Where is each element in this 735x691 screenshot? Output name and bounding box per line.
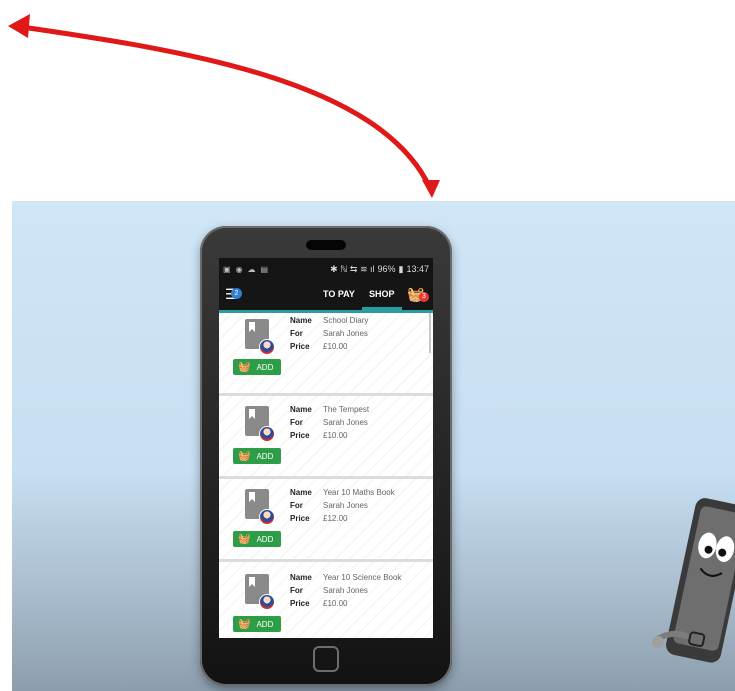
item-name: School Diary	[323, 316, 369, 325]
battery-level: 96%	[377, 264, 396, 274]
for-label: For	[290, 329, 303, 338]
for-label: For	[290, 501, 303, 510]
shop-item-list: Name School Diary For Sarah Jones Price …	[219, 313, 433, 638]
red-curved-arrow	[8, 14, 440, 198]
app-bar: ☰ 2 TO PAY SHOP 🧺 3	[219, 280, 433, 313]
android-icon: ◉	[235, 264, 243, 274]
item-price: £10.00	[323, 431, 348, 440]
basket-badge: 3	[419, 292, 429, 302]
item-price: £10.00	[323, 342, 348, 351]
cloud-icon: ☁	[247, 264, 256, 274]
add-button[interactable]: 🧺 ADD	[233, 448, 281, 464]
avatar	[259, 339, 275, 355]
add-button[interactable]: 🧺 ADD	[233, 616, 281, 632]
list-item: Name Year 10 Maths Book For Sarah Jones …	[219, 479, 433, 562]
item-for: Sarah Jones	[323, 501, 368, 510]
battery-icon: ▮	[398, 263, 404, 274]
name-label: Name	[290, 573, 312, 582]
price-label: Price	[290, 342, 310, 351]
status-right: ✱ ℕ ⇆ ≋ ıl 96% ▮ 13:47	[330, 264, 429, 275]
item-name: Year 10 Maths Book	[323, 488, 395, 497]
phone-screen: ▣ ◉ ☁ ▤ ✱ ℕ ⇆ ≋ ıl 96% ▮ 13:47 ☰ 2 TO PA…	[219, 258, 433, 638]
item-price: £10.00	[323, 599, 348, 608]
add-label: ADD	[256, 619, 274, 629]
add-label: ADD	[256, 451, 274, 461]
for-label: For	[290, 418, 303, 427]
scrollbar[interactable]	[429, 313, 431, 353]
add-label: ADD	[256, 362, 274, 372]
home-button[interactable]	[313, 646, 339, 672]
add-button[interactable]: 🧺 ADD	[233, 359, 281, 375]
basket-icon: 🧺	[238, 618, 251, 630]
price-label: Price	[290, 599, 310, 608]
phone-device: ▣ ◉ ☁ ▤ ✱ ℕ ⇆ ≋ ıl 96% ▮ 13:47 ☰ 2 TO PA…	[200, 226, 452, 686]
signal-icons: ✱ ℕ ⇆ ≋ ıl	[330, 263, 375, 274]
add-button[interactable]: 🧺 ADD	[233, 531, 281, 547]
name-label: Name	[290, 488, 312, 497]
name-label: Name	[290, 316, 312, 325]
item-price: £12.00	[323, 514, 348, 523]
item-for: Sarah Jones	[323, 586, 368, 595]
status-left-icons: ▣ ◉ ☁ ▤	[223, 265, 268, 274]
for-label: For	[290, 586, 303, 595]
basket-icon: 🧺	[238, 533, 251, 545]
item-name: The Tempest	[323, 405, 370, 414]
phone-mascot-illustration	[652, 498, 735, 663]
briefcase-icon: ▤	[260, 264, 269, 274]
avatar	[259, 594, 275, 610]
add-label: ADD	[256, 534, 274, 544]
name-label: Name	[290, 405, 312, 414]
basket-icon: 🧺	[238, 450, 251, 462]
item-for: Sarah Jones	[323, 418, 368, 427]
phone-speaker	[306, 240, 346, 250]
basket-icon: 🧺	[238, 361, 251, 373]
tab-shop[interactable]: SHOP	[369, 289, 395, 299]
list-item: Name Year 10 Science Book For Sarah Jone…	[219, 562, 433, 638]
status-bar: ▣ ◉ ☁ ▤ ✱ ℕ ⇆ ≋ ıl 96% ▮ 13:47	[219, 258, 433, 280]
active-tab-indicator	[362, 307, 402, 310]
list-item: Name The Tempest For Sarah Jones Price £…	[219, 396, 433, 479]
price-label: Price	[290, 431, 310, 440]
clock: 13:47	[406, 264, 429, 274]
item-for: Sarah Jones	[323, 329, 368, 338]
filter-badge: 2	[231, 288, 242, 299]
avatar	[259, 426, 275, 442]
notification-icon: ▣	[223, 264, 231, 274]
tab-to-pay[interactable]: TO PAY	[323, 289, 355, 299]
list-item: Name School Diary For Sarah Jones Price …	[219, 313, 433, 396]
price-label: Price	[290, 514, 310, 523]
item-name: Year 10 Science Book	[323, 573, 402, 582]
avatar	[259, 509, 275, 525]
